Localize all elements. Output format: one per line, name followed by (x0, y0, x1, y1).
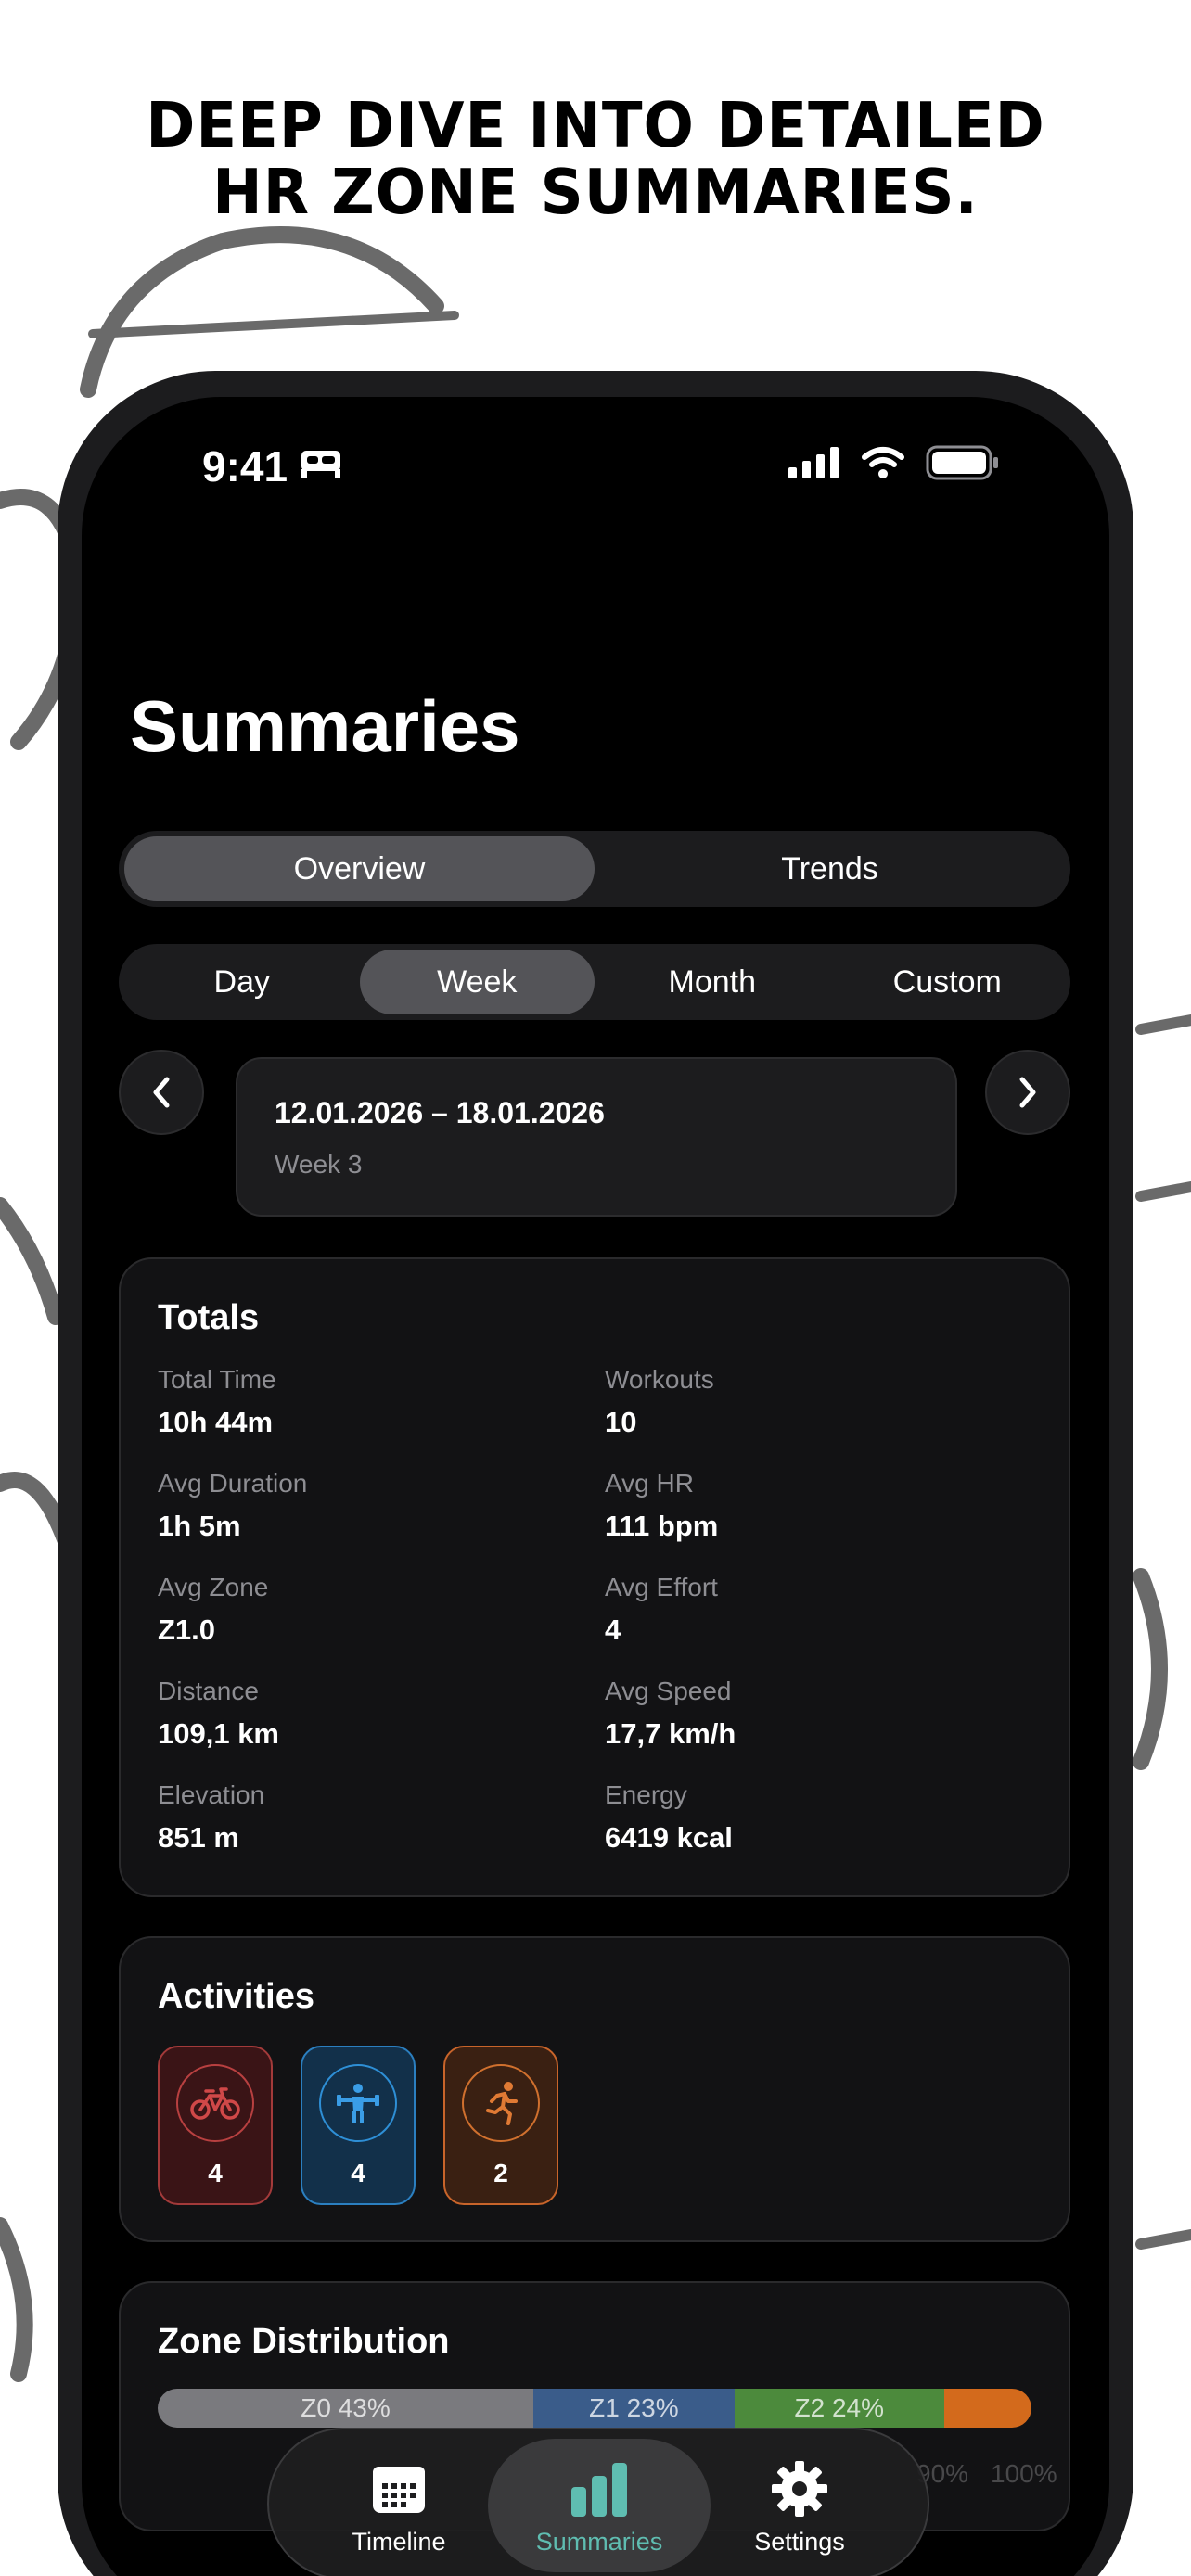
stat-value: 17,7 km/h (605, 1717, 736, 1750)
zone-distribution-title: Zone Distribution (158, 2322, 450, 2361)
activities-card: Activities 4 4 2 (119, 1936, 1070, 2242)
activity-count: 2 (493, 2159, 508, 2187)
zone-z0-segment: Z0 43% (158, 2389, 534, 2428)
stat-value: 1h 5m (158, 1510, 241, 1542)
view-segmented-control: Overview Trends (119, 831, 1070, 907)
activity-running[interactable]: 2 (443, 2046, 558, 2205)
calendar-icon (373, 2467, 425, 2513)
bike-icon (190, 2087, 240, 2120)
stat-label: Elevation (158, 1780, 265, 1809)
tab-settings[interactable]: Settings (688, 2439, 911, 2572)
page-title: Summaries (130, 685, 520, 767)
stat-elevation: Elevation 851 m (158, 1780, 566, 1855)
stat-label: Avg Speed (605, 1677, 732, 1705)
activity-strength[interactable]: 4 (301, 2046, 416, 2205)
stat-label: Avg Effort (605, 1573, 718, 1601)
stat-value: 4 (605, 1613, 621, 1646)
next-period-button[interactable] (985, 1050, 1070, 1135)
phone-screen: 9:41 Summaries Overview Trends Day Week … (82, 397, 1109, 2576)
week-number-text: Week 3 (275, 1150, 363, 1179)
period-week[interactable]: Week (359, 950, 595, 1014)
stat-label: Energy (605, 1780, 687, 1809)
activity-icon-ring (462, 2064, 540, 2142)
activity-count: 4 (351, 2159, 365, 2187)
running-icon (486, 2082, 518, 2125)
status-time: 9:41 (202, 442, 288, 491)
stat-label: Total Time (158, 1365, 276, 1394)
period-month[interactable]: Month (595, 950, 830, 1014)
stat-avg-hr: Avg HR 111 bpm (605, 1469, 1013, 1543)
date-range-text: 12.01.2026 – 18.01.2026 (275, 1096, 605, 1129)
period-custom[interactable]: Custom (830, 950, 1066, 1014)
stat-avg-duration: Avg Duration 1h 5m (158, 1469, 566, 1543)
tab-trends[interactable]: Trends (595, 836, 1065, 901)
zone-z3-segment (943, 2389, 1031, 2428)
tab-overview[interactable]: Overview (124, 836, 595, 901)
headline: Deep dive into detailed HR zone summarie… (0, 90, 1191, 229)
tab-label: Settings (754, 2528, 845, 2556)
totals-card: Totals Total Time 10h 44m Workouts 10 Av… (119, 1257, 1070, 1897)
zone-z2-segment: Z2 24% (734, 2389, 944, 2428)
stat-avg-effort: Avg Effort 4 (605, 1573, 1013, 1647)
previous-period-button[interactable] (119, 1050, 204, 1135)
stat-value: 111 bpm (605, 1510, 719, 1542)
axis-label-100: 100% (991, 2459, 1057, 2488)
period-segmented-control: Day Week Month Custom (119, 944, 1070, 1020)
status-indicators (788, 445, 1000, 480)
stat-total-time: Total Time 10h 44m (158, 1365, 566, 1439)
activity-icon-ring (319, 2064, 397, 2142)
cellular-signal-icon (788, 447, 839, 478)
stat-label: Avg Duration (158, 1469, 308, 1498)
zone-z1-segment: Z1 23% (533, 2389, 735, 2428)
headline-line-2: HR zone summaries. (212, 157, 979, 229)
stat-avg-speed: Avg Speed 17,7 km/h (605, 1677, 1013, 1751)
strength-icon (337, 2084, 379, 2123)
stat-distance: Distance 109,1 km (158, 1677, 566, 1751)
activity-count: 4 (208, 2159, 223, 2187)
activities-title: Activities (158, 1977, 314, 2016)
tab-label: Summaries (535, 2528, 663, 2556)
chevron-left-icon (153, 1077, 170, 1108)
stat-value: 109,1 km (158, 1717, 279, 1750)
stat-energy: Energy 6419 kcal (605, 1780, 1013, 1855)
stat-label: Avg HR (605, 1469, 694, 1498)
stat-label: Workouts (605, 1365, 714, 1394)
headline-line-1: Deep dive into detailed (146, 90, 1045, 162)
chevron-right-icon (1019, 1077, 1036, 1108)
period-day[interactable]: Day (124, 950, 360, 1014)
stat-workouts: Workouts 10 (605, 1365, 1013, 1439)
sleep-focus-icon (301, 451, 340, 478)
stat-value: 851 m (158, 1821, 239, 1854)
activity-cycling[interactable]: 4 (158, 2046, 273, 2205)
stat-label: Distance (158, 1677, 259, 1705)
stat-avg-zone: Avg Zone Z1.0 (158, 1573, 566, 1647)
gear-icon (772, 2461, 827, 2517)
stat-value: 6419 kcal (605, 1821, 733, 1854)
tab-bar: Timeline Summaries Settings (267, 2428, 929, 2576)
bar-chart-icon (571, 2463, 627, 2517)
zone-distribution-bar: Z0 43% Z1 23% Z2 24% (158, 2389, 1031, 2428)
stat-value: 10h 44m (158, 1406, 274, 1438)
tab-label: Timeline (352, 2528, 446, 2556)
battery-icon (926, 445, 998, 480)
stat-label: Avg Zone (158, 1573, 269, 1601)
tab-summaries[interactable]: Summaries (488, 2439, 711, 2572)
stat-value: Z1.0 (158, 1613, 216, 1646)
wifi-icon (862, 447, 904, 478)
stat-value: 10 (605, 1406, 637, 1438)
date-range-card[interactable]: 12.01.2026 – 18.01.2026 Week 3 (236, 1057, 957, 1217)
activity-icon-ring (176, 2064, 254, 2142)
tab-timeline[interactable]: Timeline (288, 2439, 510, 2572)
totals-title: Totals (158, 1298, 260, 1337)
